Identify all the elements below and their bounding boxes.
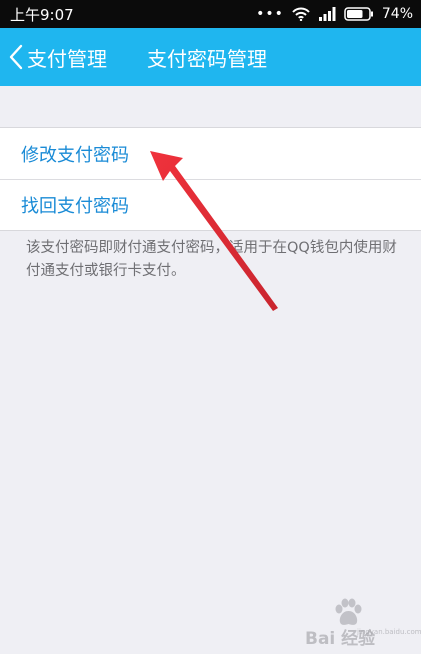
back-button[interactable]: 支付管理 <box>8 28 107 86</box>
status-icons: ••• 74% <box>256 6 413 22</box>
status-bar: 上午9:07 ••• 74% <box>0 0 421 28</box>
notification-dots: ••• <box>256 6 284 22</box>
battery-percentage: 74% <box>381 6 413 22</box>
battery-icon <box>344 7 373 21</box>
navigation-bar: 支付管理 支付密码管理 <box>0 28 421 86</box>
red-arrow-annotation <box>150 151 278 311</box>
wifi-icon <box>292 7 310 21</box>
chevron-left-icon <box>9 44 23 70</box>
password-note: 该支付密码即财付通支付密码，适用于在QQ钱包内使用财付通支付或银行卡支付。 <box>26 240 397 279</box>
signal-icon <box>318 7 336 21</box>
baidu-jingyan-watermark: Bai 经验 jingyan.baidu.com <box>305 598 421 649</box>
retrieve-password-item[interactable]: 找回支付密码 <box>0 179 421 230</box>
modify-password-item[interactable]: 修改支付密码 <box>0 128 421 179</box>
back-label: 支付管理 <box>27 46 107 71</box>
password-options-list: 修改支付密码 找回支付密码 <box>0 127 421 231</box>
status-time: 上午9:07 <box>10 5 74 24</box>
watermark-url: jingyan.baidu.com <box>357 628 421 636</box>
page-title: 支付密码管理 <box>147 46 267 71</box>
